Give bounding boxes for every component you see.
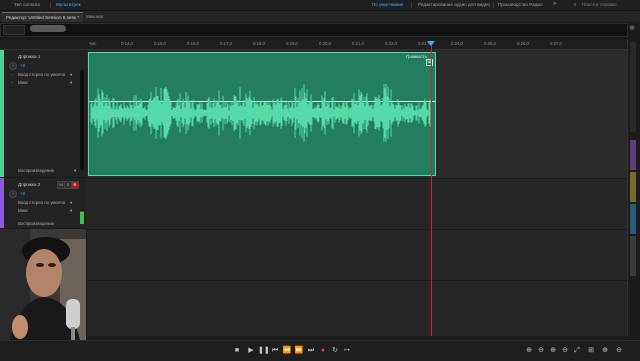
zoom-out-amplitude-icon[interactable]: ⊖ bbox=[536, 347, 546, 355]
empty-lane[interactable] bbox=[87, 281, 627, 337]
chevron-down-icon[interactable]: ▾ bbox=[70, 208, 72, 214]
chevron-down-icon[interactable]: ▾ bbox=[74, 168, 76, 174]
loop-icon[interactable]: ↻ bbox=[330, 347, 340, 355]
rewind-icon[interactable]: ⏪ bbox=[282, 347, 292, 355]
zoom-full-icon[interactable]: ⤢ bbox=[572, 347, 582, 355]
play-icon[interactable]: ▶ bbox=[246, 347, 256, 355]
track-2-output[interactable]: Микс bbox=[18, 208, 28, 213]
track-1-level-meter bbox=[80, 70, 84, 170]
record-icon[interactable]: ● bbox=[318, 347, 328, 355]
ruler-tick: 0:17,0 bbox=[220, 41, 232, 46]
panel-tab-row: Редактор: Untitled Session 6.sesx * Микш… bbox=[0, 11, 640, 22]
track-color-band bbox=[630, 204, 636, 234]
workspace-default[interactable]: По умолчанию bbox=[372, 2, 403, 7]
ruler-tick: 0:15,0 bbox=[154, 41, 166, 46]
ruler-tick: 0:16,0 bbox=[187, 41, 199, 46]
zoom-out-icon[interactable]: ⊖ bbox=[614, 347, 624, 355]
track-2-level-meter bbox=[80, 210, 84, 224]
workspace-bar: Тип сигнала Мультитрек По умолчанию Реда… bbox=[0, 0, 640, 11]
zoom-selection-icon[interactable]: ⊞ bbox=[586, 347, 596, 355]
ruler-tick: 0:21,0 bbox=[352, 41, 364, 46]
fast-forward-icon[interactable]: ⏩ bbox=[294, 347, 304, 355]
playhead[interactable] bbox=[431, 44, 432, 336]
search-icon[interactable]: ⌕ bbox=[574, 2, 577, 7]
input-arrow-icon: → bbox=[10, 71, 14, 76]
zoom-in-icon[interactable]: ⊕ bbox=[600, 347, 610, 355]
workspace-more-icon[interactable]: » bbox=[553, 1, 556, 7]
track-1-name[interactable]: Дорожка 1 bbox=[18, 54, 40, 59]
track-2-header: Дорожка 2 M S R ◔ +0 Вход стерео по умол… bbox=[0, 178, 88, 228]
track-2-color-stripe bbox=[0, 178, 4, 228]
track-2-lane[interactable] bbox=[87, 179, 627, 230]
chevron-down-icon[interactable]: ▾ bbox=[70, 200, 72, 206]
track-2-volume[interactable]: +0 bbox=[20, 191, 25, 196]
waveform-path bbox=[90, 84, 431, 142]
ruler-start-label: чмс bbox=[89, 41, 97, 46]
zoom-in-time-icon[interactable]: ⊕ bbox=[548, 347, 558, 355]
stop-icon[interactable]: ■ bbox=[232, 347, 242, 355]
go-to-end-icon[interactable]: ⏭ bbox=[306, 347, 316, 355]
tab-editor[interactable]: Редактор: Untitled Session 6.sesx * bbox=[2, 12, 84, 22]
volume-knob-icon[interactable]: ◔ bbox=[9, 190, 17, 198]
ruler-tick: 0:24,0 bbox=[451, 41, 463, 46]
ruler-tick: 0:22,0 bbox=[385, 41, 397, 46]
ruler-tick: 0:14,0 bbox=[121, 41, 133, 46]
ruler-tick: 0:27,0 bbox=[550, 41, 562, 46]
track-1-color-stripe bbox=[0, 50, 4, 177]
track-2-mode[interactable]: Воспроизведение bbox=[18, 221, 54, 226]
workspace-audio-for-video[interactable]: Редактирование аудио для видео bbox=[418, 2, 490, 7]
pause-icon[interactable]: ❚❚ bbox=[258, 347, 270, 355]
empty-lane[interactable] bbox=[87, 230, 627, 281]
waveform bbox=[90, 84, 431, 142]
track-color-band bbox=[630, 236, 636, 276]
track-color-band bbox=[630, 140, 636, 170]
track-1-volume[interactable]: +0 bbox=[20, 63, 25, 68]
ruler-tick: 0:25,0 bbox=[484, 41, 496, 46]
session-overview-bar[interactable] bbox=[0, 23, 628, 37]
transport-bar: ■ ▶ ❚❚ ⏮ ⏪ ⏩ ⏭ ● ↻ ↦ ⊕ ⊖ ⊕ ⊖ ⤢ ⊞ ⊕ ⊖ bbox=[0, 340, 640, 361]
chevron-down-icon[interactable]: ▾ bbox=[70, 72, 72, 78]
workspace-radio-production[interactable]: Производство Радио bbox=[498, 2, 543, 7]
track-color-band bbox=[630, 172, 636, 202]
vertical-scrollbar[interactable] bbox=[627, 40, 639, 336]
zoom-in-amplitude-icon[interactable]: ⊕ bbox=[524, 347, 534, 355]
audio-clip[interactable]: Громкость ▣ bbox=[88, 52, 436, 176]
track-2-name[interactable]: Дорожка 2 bbox=[18, 182, 40, 187]
search-help-label[interactable]: Поиск в справке bbox=[582, 2, 617, 7]
zoom-icon[interactable]: ⊕ bbox=[626, 24, 638, 34]
scroll-thumb[interactable] bbox=[630, 42, 636, 132]
skip-selection-icon[interactable]: ↦ bbox=[342, 347, 352, 355]
ruler-tick: 0:26,0 bbox=[517, 41, 529, 46]
zoom-out-time-icon[interactable]: ⊖ bbox=[560, 347, 570, 355]
volume-knob-icon[interactable]: ◔ bbox=[9, 62, 17, 70]
menu-signal-type[interactable]: Тип сигнала bbox=[14, 2, 40, 7]
track-1-header: Дорожка 1 ◔ +0 → Вход стерео по умолча ▾… bbox=[0, 50, 88, 177]
presenter-video bbox=[0, 229, 86, 340]
overview-left-button[interactable] bbox=[3, 25, 25, 35]
output-arrow-icon: ← bbox=[10, 79, 14, 84]
track-header-ruler-area bbox=[0, 40, 87, 50]
timeline-ruler[interactable]: чмс 0:14,0 0:15,0 0:16,0 0:17,0 0:18,0 0… bbox=[87, 40, 627, 50]
track-1-input[interactable]: Вход стерео по умолча bbox=[18, 72, 65, 77]
track-2-input[interactable]: Вход стерео по умолча bbox=[18, 200, 65, 205]
record-arm-button[interactable]: R bbox=[71, 181, 79, 189]
menu-multitrack[interactable]: Мультитрек bbox=[56, 2, 81, 7]
overview-zoom-handle[interactable] bbox=[30, 25, 66, 32]
track-1-output[interactable]: Микс bbox=[18, 80, 28, 85]
ruler-tick: 0:18,0 bbox=[253, 41, 265, 46]
ruler-tick: 0:19,0 bbox=[286, 41, 298, 46]
tab-mixer[interactable]: Микшер bbox=[82, 12, 107, 21]
webcam-overlay bbox=[0, 229, 86, 340]
go-to-start-icon[interactable]: ⏮ bbox=[270, 347, 280, 355]
chevron-down-icon[interactable]: ▾ bbox=[70, 80, 72, 86]
ruler-tick: 0:20,0 bbox=[319, 41, 331, 46]
track-1-mode[interactable]: Воспроизведение bbox=[18, 168, 54, 173]
